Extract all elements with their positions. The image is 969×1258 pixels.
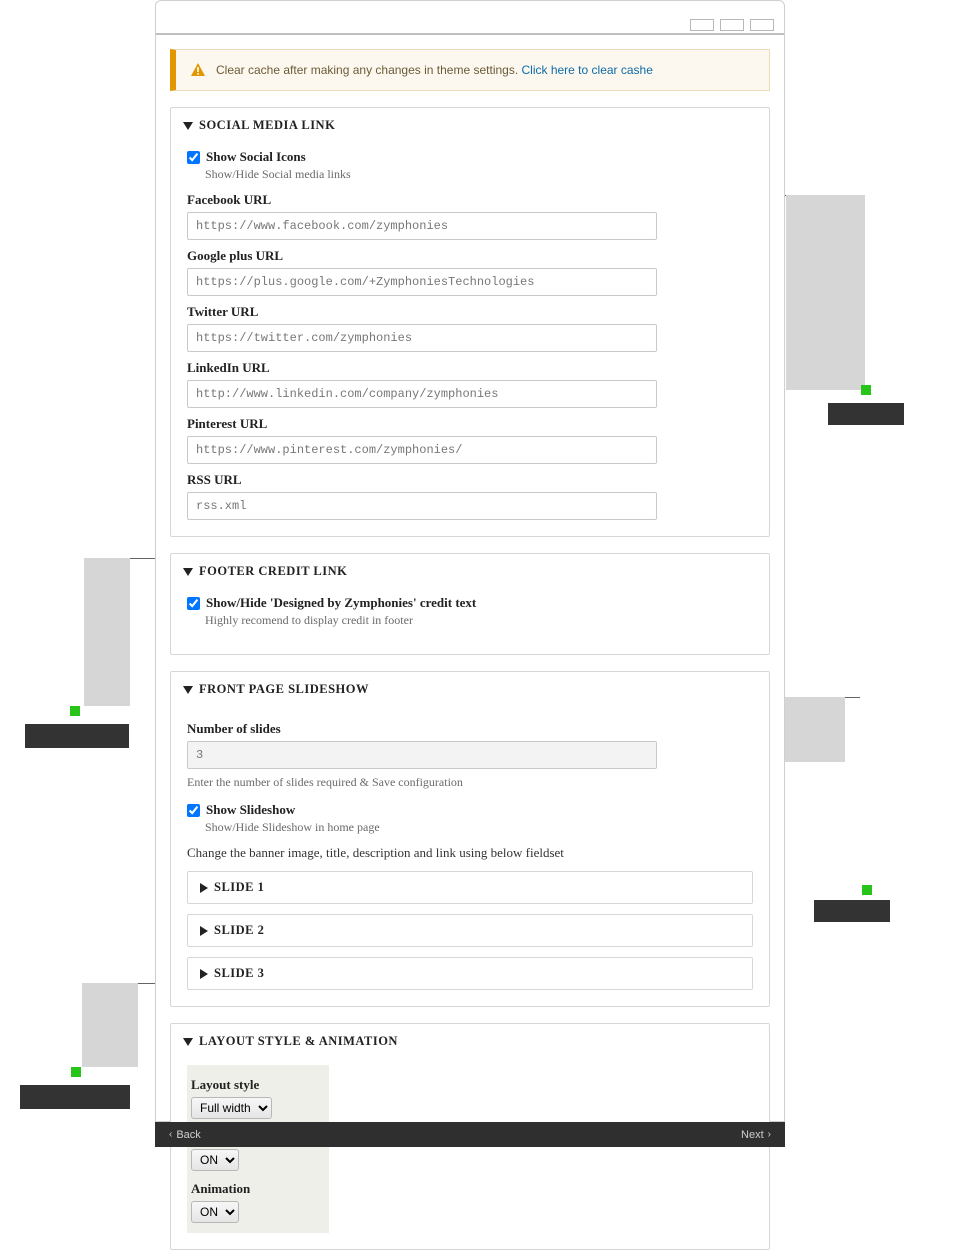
fieldset-title: SOCIAL MEDIA LINK [199, 118, 335, 133]
back-label: Back [176, 1129, 200, 1141]
slide-fieldset: SLIDE 2 [187, 914, 753, 947]
show-slideshow-desc: Show/Hide Slideshow in home page [205, 820, 753, 835]
twitter-label: Twitter URL [187, 304, 753, 320]
pinterest-label: Pinterest URL [187, 416, 753, 432]
footer-credit-desc: Highly recomend to display credit in foo… [205, 613, 753, 628]
caret-down-icon [183, 568, 193, 576]
clear-cache-alert: Clear cache after making any changes in … [170, 49, 770, 91]
fieldset-title: FOOTER CREDIT LINK [199, 564, 347, 579]
annotation-dot [861, 385, 871, 395]
window-control-button[interactable] [750, 19, 774, 31]
warning-icon [190, 62, 206, 78]
show-social-icons-label: Show Social Icons [206, 149, 306, 165]
layout-style-select[interactable]: Full width [191, 1097, 272, 1119]
google-label: Google plus URL [187, 248, 753, 264]
slide-toggle[interactable]: SLIDE 2 [188, 915, 752, 946]
caret-right-icon [200, 883, 208, 893]
caret-right-icon [200, 969, 208, 979]
chevron-right-icon: › [768, 1129, 771, 1140]
anim-select[interactable]: ON [191, 1201, 239, 1223]
linkedin-input[interactable] [187, 380, 657, 408]
fieldset-social-toggle[interactable]: SOCIAL MEDIA LINK [171, 108, 769, 143]
fieldset-layout-toggle[interactable]: LAYOUT STYLE & ANIMATION [171, 1024, 769, 1059]
window-control-button[interactable] [720, 19, 744, 31]
slide-toggle[interactable]: SLIDE 1 [188, 872, 752, 903]
back-button[interactable]: ‹ Back [169, 1129, 201, 1141]
caret-down-icon [183, 686, 193, 694]
show-slideshow-checkbox[interactable] [187, 804, 200, 817]
fieldset-social: SOCIAL MEDIA LINK Show Social Icons Show… [170, 107, 770, 537]
annotation-bar [25, 724, 129, 748]
slide-title: SLIDE 2 [214, 923, 264, 938]
num-slides-help: Enter the number of slides required & Sa… [187, 775, 753, 790]
annotation-block [786, 195, 865, 390]
twitter-input[interactable] [187, 324, 657, 352]
annotation-bar [814, 900, 890, 922]
annotation-dot [70, 706, 80, 716]
pinterest-input[interactable] [187, 436, 657, 464]
facebook-label: Facebook URL [187, 192, 753, 208]
clear-cache-link[interactable]: Click here to clear cashe [522, 63, 653, 77]
footer-credit-checkbox[interactable] [187, 597, 200, 610]
fieldset-footer-credit: FOOTER CREDIT LINK Show/Hide 'Designed b… [170, 553, 770, 655]
show-slideshow-label: Show Slideshow [206, 802, 295, 818]
fieldset-title: LAYOUT STYLE & ANIMATION [199, 1034, 398, 1049]
layout-style-label: Layout style [191, 1077, 319, 1093]
caret-right-icon [200, 926, 208, 936]
slide-title: SLIDE 1 [214, 880, 264, 895]
window-control-button[interactable] [690, 19, 714, 31]
show-social-icons-checkbox[interactable] [187, 151, 200, 164]
slide-fieldset: SLIDE 1 [187, 871, 753, 904]
annotation-dot [862, 885, 872, 895]
alert-text: Clear cache after making any changes in … [216, 63, 653, 77]
settings-panel: Clear cache after making any changes in … [155, 0, 785, 1122]
google-input[interactable] [187, 268, 657, 296]
annotation-block [84, 558, 130, 706]
slide-fieldset: SLIDE 3 [187, 957, 753, 990]
annotation-block [780, 697, 845, 762]
caret-down-icon [183, 122, 193, 130]
annotation-bar [20, 1085, 130, 1109]
show-social-icons-desc: Show/Hide Social media links [205, 167, 753, 182]
annotation-block [82, 983, 138, 1067]
chevron-left-icon: ‹ [169, 1129, 172, 1140]
alert-prefix: Clear cache after making any changes in … [216, 63, 522, 77]
rss-label: RSS URL [187, 472, 753, 488]
window-controls [690, 19, 774, 31]
num-slides-input[interactable] [187, 741, 657, 769]
anim-label: Animation [191, 1181, 319, 1197]
footer-credit-label: Show/Hide 'Designed by Zymphonies' credi… [206, 595, 476, 611]
facebook-input[interactable] [187, 212, 657, 240]
footer-nav-bar: ‹ Back Next › [155, 1122, 785, 1147]
rss-input[interactable] [187, 492, 657, 520]
fieldset-slideshow: FRONT PAGE SLIDESHOW Number of slides En… [170, 671, 770, 1007]
num-slides-label: Number of slides [187, 721, 753, 737]
next-label: Next [741, 1129, 764, 1141]
annotation-dot [71, 1067, 81, 1077]
fieldset-footer-toggle[interactable]: FOOTER CREDIT LINK [171, 554, 769, 589]
bg-anim-select[interactable]: ON [191, 1149, 239, 1171]
annotation-bar [828, 403, 904, 425]
next-button[interactable]: Next › [741, 1129, 771, 1141]
panel-header [156, 1, 784, 35]
slide-toggle[interactable]: SLIDE 3 [188, 958, 752, 989]
layout-options-block: Layout style Full width Background anima… [187, 1065, 329, 1233]
fieldset-slideshow-toggle[interactable]: FRONT PAGE SLIDESHOW [171, 672, 769, 707]
linkedin-label: LinkedIn URL [187, 360, 753, 376]
slideshow-note: Change the banner image, title, descript… [187, 845, 753, 861]
slide-title: SLIDE 3 [214, 966, 264, 981]
fieldset-title: FRONT PAGE SLIDESHOW [199, 682, 369, 697]
caret-down-icon [183, 1038, 193, 1046]
